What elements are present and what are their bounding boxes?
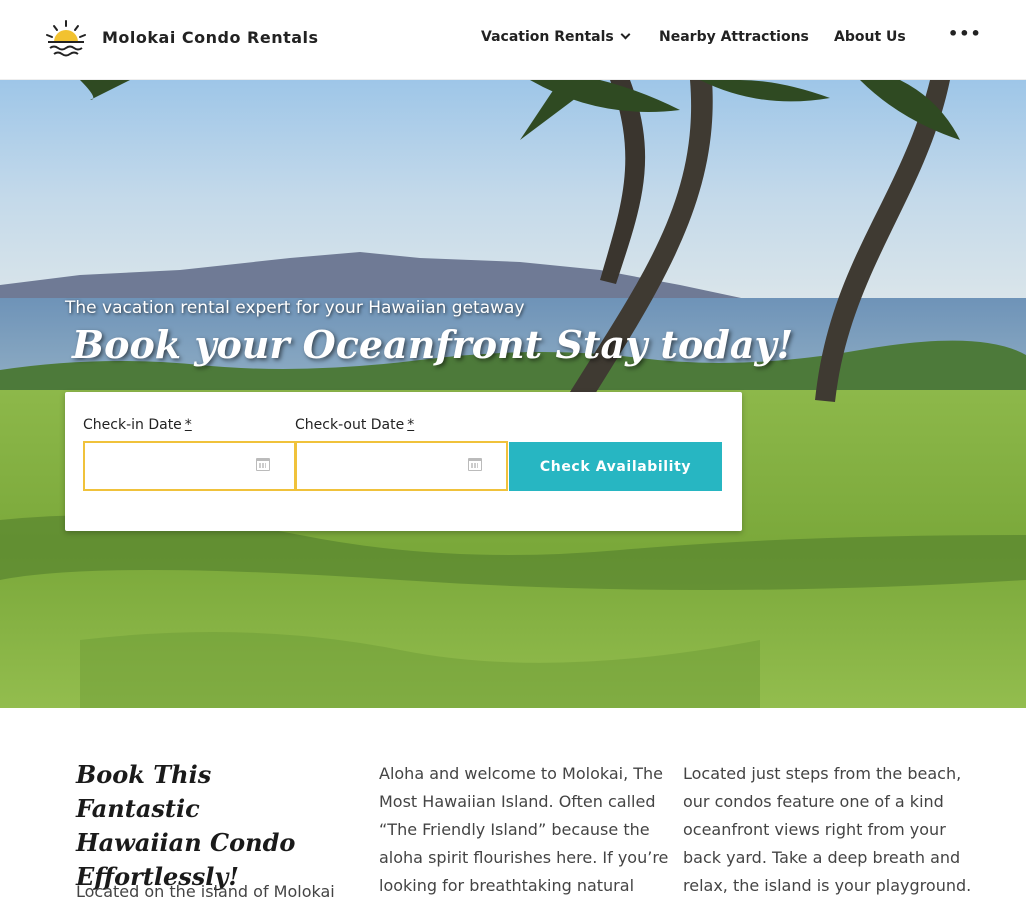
nav-nearby-attractions[interactable]: Nearby Attractions	[659, 29, 809, 45]
nav-about-us[interactable]: About Us	[834, 29, 906, 45]
chevron-down-icon	[620, 29, 631, 40]
required-marker: *	[407, 417, 415, 433]
calendar-icon[interactable]	[256, 458, 270, 471]
section-title: Book This Fantastic Hawaiian Condo Effor…	[76, 760, 296, 891]
welcome-paragraph: Aloha and welcome to Molokai, The Most H…	[379, 764, 669, 895]
site-header: Molokai Condo Rentals Vacation Rentals N…	[0, 0, 1026, 80]
check-availability-button[interactable]: Check Availability	[509, 442, 722, 491]
checkout-label: Check-out Date *	[295, 417, 414, 433]
checkout-label-text: Check-out Date	[295, 417, 405, 433]
site-title[interactable]: Molokai Condo Rentals	[102, 28, 319, 47]
sunset-logo-icon[interactable]	[44, 18, 88, 60]
calendar-icon[interactable]	[468, 458, 482, 471]
section-intro: Located on the island of Molokai	[76, 882, 335, 901]
more-menu-icon[interactable]: •••	[948, 24, 982, 43]
hero-headline: Book your Oceanfront Stay today!	[72, 322, 794, 367]
location-paragraph: Located just steps from the beach, our c…	[683, 764, 972, 895]
checkin-label: Check-in Date *	[83, 417, 192, 433]
hero-section: The vacation rental expert for your Hawa…	[0, 80, 1026, 708]
hero-tagline: The vacation rental expert for your Hawa…	[65, 298, 525, 318]
checkin-label-text: Check-in Date	[83, 417, 182, 433]
nav-vacation-rentals-label: Vacation Rentals	[481, 29, 614, 45]
booking-form: Check-in Date * Check-out Date * Check Ava…	[65, 392, 742, 531]
nav-vacation-rentals[interactable]: Vacation Rentals	[481, 29, 631, 45]
required-marker: *	[184, 417, 192, 433]
